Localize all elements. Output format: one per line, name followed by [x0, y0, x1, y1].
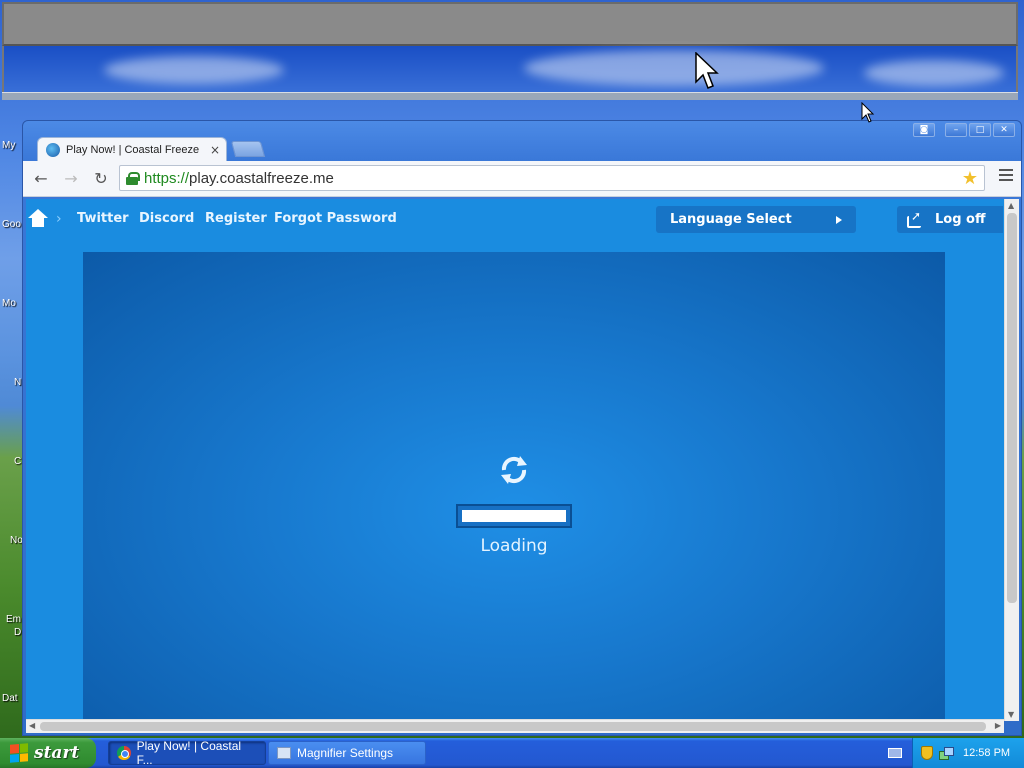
nav-link-discord[interactable]: Discord	[139, 211, 194, 226]
logoff-button[interactable]: Log off	[897, 206, 1003, 233]
scroll-up-icon[interactable]: ▲	[1008, 201, 1014, 210]
penguin-favicon-icon	[46, 142, 60, 157]
maximize-button[interactable]: □	[969, 123, 991, 137]
desktop-icon-label[interactable]: Goo	[2, 219, 21, 230]
language-select-button[interactable]: Language Select	[656, 206, 856, 233]
caret-right-icon	[836, 215, 842, 224]
desktop-icon-label[interactable]: N	[14, 377, 21, 388]
magnifier-icon	[277, 747, 291, 759]
network-icon[interactable]	[939, 747, 954, 760]
chrome-icon	[117, 746, 131, 760]
scroll-right-icon[interactable]: ▶	[995, 721, 1001, 730]
close-window-button[interactable]: ✕	[993, 123, 1015, 137]
refresh-icon	[496, 452, 532, 488]
lock-icon	[126, 172, 140, 185]
desktop-icon-label[interactable]: C	[14, 456, 21, 467]
desktop-icon-label[interactable]: My	[2, 140, 15, 151]
scrollbar-thumb[interactable]	[40, 722, 986, 731]
start-button[interactable]: start	[0, 738, 96, 768]
taskbar-item-magnifier[interactable]: Magnifier Settings	[268, 741, 426, 765]
nav-link-twitter[interactable]: Twitter	[77, 211, 129, 226]
user-icon[interactable]: ◙	[913, 123, 935, 137]
clock[interactable]: 12:58 PM	[963, 747, 1010, 759]
url-text[interactable]: https://play.coastalfreeze.me	[144, 170, 334, 187]
browser-toolbar: ← → ↻ https://play.coastalfreeze.me ★	[23, 161, 1021, 197]
browser-window: ◙ – □ ✕ Play Now! | Coastal Freeze × ← →…	[22, 120, 1022, 736]
chevron-right-icon: ›	[56, 211, 62, 227]
nav-link-register[interactable]: Register	[205, 211, 267, 226]
progress-fill	[462, 510, 566, 522]
browser-tab[interactable]: Play Now! | Coastal Freeze ×	[37, 137, 227, 161]
desktop-icon-label[interactable]: Em	[6, 614, 21, 625]
minimize-button[interactable]: –	[945, 123, 967, 137]
taskbar-item-label: Magnifier Settings	[297, 746, 394, 760]
menu-hamburger-icon[interactable]	[999, 169, 1013, 181]
forward-arrow-icon[interactable]: →	[61, 169, 81, 189]
start-label: start	[34, 743, 80, 763]
game-canvas[interactable]: Loading	[83, 252, 945, 721]
horizontal-scrollbar[interactable]: ◀ ▶	[26, 719, 1004, 733]
loading-progress-bar	[456, 504, 572, 528]
reload-icon[interactable]: ↻	[91, 169, 111, 189]
scrollbar-thumb[interactable]	[1007, 213, 1017, 603]
desktop-icon-label[interactable]: Dat	[2, 693, 18, 704]
loading-indicator: Loading	[456, 452, 572, 556]
back-arrow-icon[interactable]: ←	[31, 169, 51, 189]
windows-logo-icon	[10, 743, 28, 763]
magnifier-panel	[2, 2, 1018, 46]
scroll-down-icon[interactable]: ▼	[1008, 710, 1014, 719]
nav-link-forgot-password[interactable]: Forgot Password	[274, 211, 397, 226]
logoff-label: Log off	[935, 212, 986, 227]
tab-close-icon[interactable]: ×	[210, 143, 220, 157]
taskbar-item-browser[interactable]: Play Now! | Coastal F...	[108, 739, 266, 767]
web-page: › Twitter Discord Register Forgot Passwo…	[26, 199, 1004, 721]
desktop-icon-label[interactable]: Mo	[2, 298, 16, 309]
keyboard-icon[interactable]	[888, 748, 902, 758]
new-tab-button[interactable]	[230, 141, 266, 157]
address-bar[interactable]: https://play.coastalfreeze.me ★	[119, 165, 985, 191]
window-controls: ◙ – □ ✕	[913, 123, 1015, 137]
taskbar-item-label: Play Now! | Coastal F...	[136, 739, 242, 767]
home-icon[interactable]	[28, 209, 48, 227]
scroll-left-icon[interactable]: ◀	[29, 721, 35, 730]
bookmark-star-icon[interactable]: ★	[962, 168, 978, 189]
language-select-label: Language Select	[670, 212, 792, 227]
magnified-view-border	[2, 92, 1018, 100]
loading-text: Loading	[480, 536, 548, 556]
tab-title: Play Now! | Coastal Freeze	[66, 143, 200, 156]
site-nav: › Twitter Discord Register Forgot Passwo…	[26, 199, 1004, 243]
vertical-scrollbar[interactable]: ▲ ▼	[1004, 199, 1019, 721]
logout-icon	[907, 209, 923, 228]
desktop-icon-label[interactable]: D	[14, 627, 21, 638]
taskbar: start Play Now! | Coastal F... Magnifier…	[0, 738, 1024, 768]
system-tray: 12:58 PM	[912, 738, 1024, 768]
security-shield-icon[interactable]	[921, 746, 933, 760]
magnified-view	[2, 46, 1018, 94]
desktop-icon-label[interactable]: No	[10, 535, 23, 546]
